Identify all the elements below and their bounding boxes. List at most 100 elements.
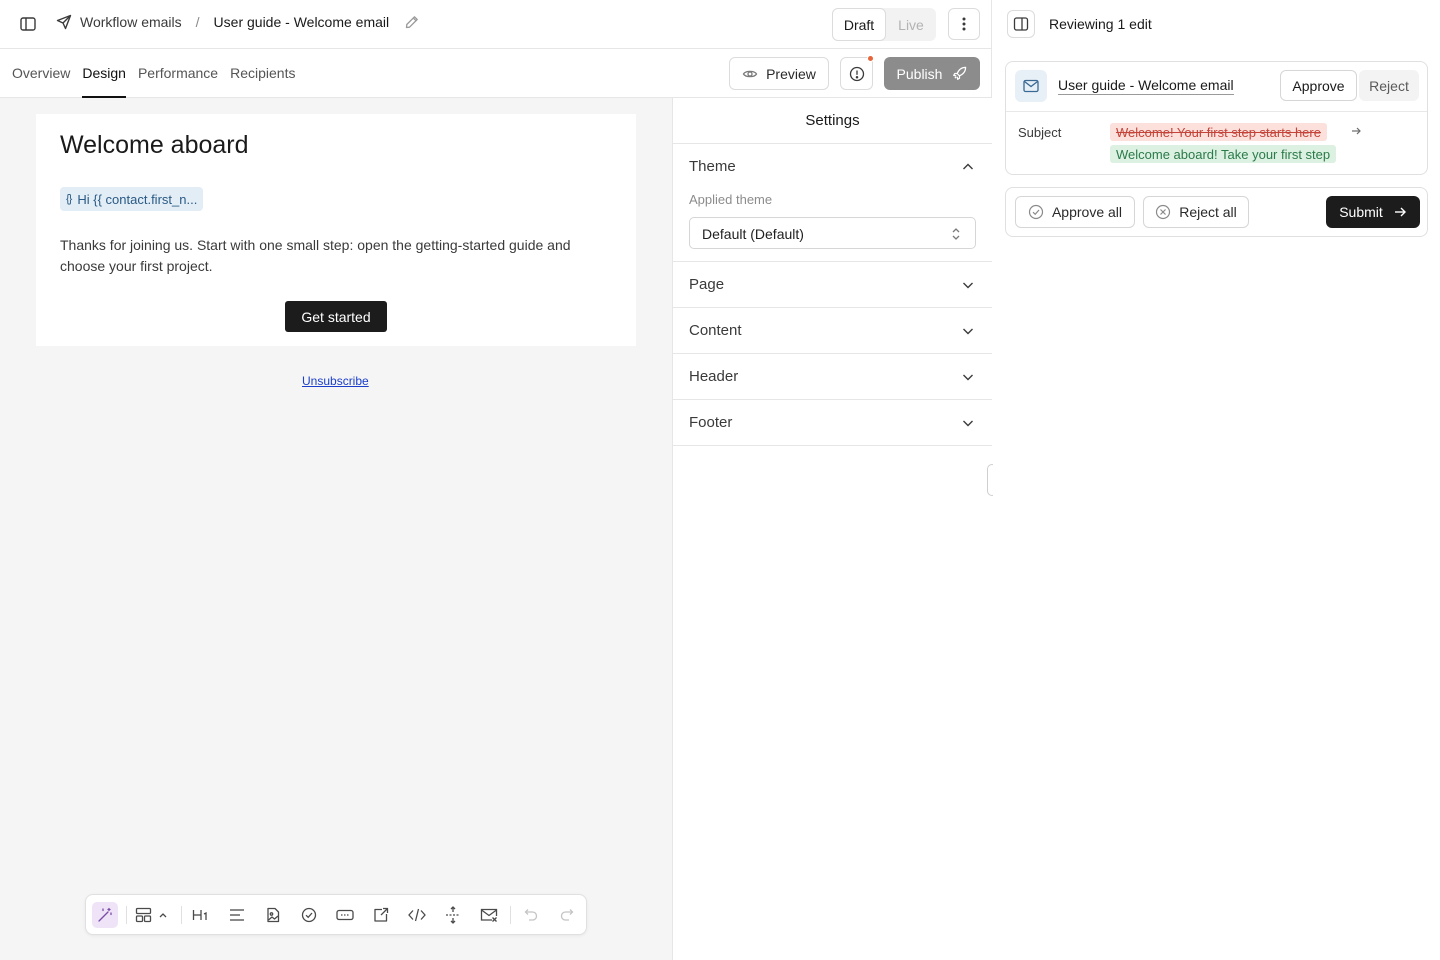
diff-added-value: Welcome aboard! Take your first step <box>1110 145 1337 163</box>
check-circle-icon <box>1028 204 1044 220</box>
submit-button[interactable]: Submit <box>1326 196 1420 228</box>
reject-all-button[interactable]: Reject all <box>1143 196 1249 228</box>
more-vertical-icon <box>962 16 966 32</box>
variable-chip-label: Hi {{ contact.first_n... <box>77 191 198 207</box>
toolbar-divider <box>126 906 127 924</box>
sidebar-toggle-icon[interactable] <box>16 12 40 36</box>
approve-all-label: Approve all <box>1051 204 1123 220</box>
footer-section[interactable]: Footer <box>673 400 992 446</box>
top-bar: Workflow emails / User guide - Welcome e… <box>0 0 992 49</box>
tab-design[interactable]: Design <box>82 49 126 98</box>
notification-dot <box>867 55 874 62</box>
email-body-text[interactable]: Thanks for joining us. Start with one sm… <box>60 235 600 277</box>
reject-all-label: Reject all <box>1179 204 1237 220</box>
theme-section-header[interactable]: Theme <box>689 158 736 175</box>
breadcrumb-parent-label: Workflow emails <box>80 14 182 30</box>
send-icon <box>56 14 72 30</box>
spacer-icon[interactable] <box>440 902 466 928</box>
heading-icon[interactable] <box>188 902 214 928</box>
variable-braces-icon: {} <box>66 193 72 205</box>
preview-button[interactable]: Preview <box>729 57 829 90</box>
issues-button[interactable] <box>840 55 874 90</box>
arrow-right-icon <box>1350 125 1362 137</box>
toolbar-divider <box>510 906 511 924</box>
toolbar-divider <box>181 906 182 924</box>
content-section[interactable]: Content <box>673 308 992 354</box>
review-actions-bar: Approve all Reject all Submit <box>1005 187 1428 237</box>
approve-button[interactable]: Approve <box>1280 70 1357 101</box>
header-section[interactable]: Header <box>673 354 992 400</box>
variable-chip[interactable]: {} Hi {{ contact.first_n... <box>60 187 204 211</box>
review-header: Reviewing 1 edit <box>993 0 1440 49</box>
mail-icon <box>1015 70 1047 102</box>
review-panel: Reviewing 1 edit User guide - Welcome em… <box>993 0 1440 960</box>
section-label: Page <box>689 276 725 293</box>
undo-icon[interactable] <box>518 902 544 928</box>
chevron-down-icon <box>960 323 976 339</box>
alert-circle-icon <box>849 66 865 82</box>
chevron-up-icon[interactable] <box>960 159 976 175</box>
panel-toggle-icon[interactable] <box>1007 10 1035 38</box>
publish-button[interactable]: Publish <box>884 57 980 90</box>
chevron-down-icon <box>960 415 976 431</box>
theme-select-value: Default (Default) <box>702 226 804 242</box>
settings-title: Settings <box>673 98 992 144</box>
live-option[interactable]: Live <box>886 8 936 41</box>
chevron-down-icon <box>960 277 976 293</box>
publish-label: Publish <box>896 65 943 82</box>
unsubscribe-link[interactable]: Unsubscribe <box>302 374 369 388</box>
arrow-right-icon <box>1393 205 1407 219</box>
tab-performance[interactable]: Performance <box>138 49 218 97</box>
rocket-icon <box>952 66 967 81</box>
button-block-icon[interactable] <box>332 902 358 928</box>
section-label: Content <box>689 322 742 339</box>
check-circle-icon[interactable] <box>296 902 322 928</box>
section-label: Footer <box>689 414 733 431</box>
settings-panel: Settings Theme Applied theme Default (De… <box>672 98 992 960</box>
reject-button[interactable]: Reject <box>1359 70 1419 101</box>
tab-recipients[interactable]: Recipients <box>230 49 295 97</box>
approve-all-button[interactable]: Approve all <box>1015 196 1135 228</box>
layout-blocks-icon[interactable] <box>132 902 172 928</box>
theme-section: Theme Applied theme Default (Default) <box>673 144 992 262</box>
app-root: Workflow emails / User guide - Welcome e… <box>0 0 1440 960</box>
breadcrumb-current: User guide - Welcome email <box>213 14 390 30</box>
tab-overview[interactable]: Overview <box>12 49 70 97</box>
code-icon[interactable] <box>404 902 430 928</box>
breadcrumb-parent-link[interactable]: Workflow emails <box>56 14 182 30</box>
applied-theme-label: Applied theme <box>689 192 773 207</box>
preview-label: Preview <box>766 65 816 82</box>
edit-card-header: User guide - Welcome email Approve Rejec… <box>1006 62 1427 112</box>
redo-icon[interactable] <box>554 902 580 928</box>
page-section[interactable]: Page <box>673 262 992 308</box>
x-circle-icon <box>1155 204 1171 220</box>
subject-field-label: Subject <box>1018 125 1062 140</box>
edited-email-link[interactable]: User guide - Welcome email <box>1058 77 1234 95</box>
section-label: Header <box>689 368 739 385</box>
block-toolbar <box>85 894 587 935</box>
image-file-icon[interactable] <box>260 902 286 928</box>
rename-pencil-icon[interactable] <box>405 15 419 29</box>
get-started-button[interactable]: Get started <box>285 301 387 332</box>
mail-off-icon[interactable] <box>476 902 502 928</box>
chevrons-up-down-icon <box>949 225 963 243</box>
chevron-down-icon <box>960 369 976 385</box>
edit-card: User guide - Welcome email Approve Rejec… <box>1005 61 1428 175</box>
submit-label: Submit <box>1339 204 1383 220</box>
more-options-button[interactable] <box>948 8 980 40</box>
share-box-icon[interactable] <box>368 902 394 928</box>
theme-select[interactable]: Default (Default) <box>689 217 976 249</box>
email-preview-card: Welcome aboard {} Hi {{ contact.first_n.… <box>36 114 636 346</box>
review-title: Reviewing 1 edit <box>1049 16 1152 32</box>
draft-option[interactable]: Draft <box>832 8 886 41</box>
text-align-icon[interactable] <box>224 902 250 928</box>
eye-icon <box>742 66 758 82</box>
breadcrumb: Workflow emails / User guide - Welcome e… <box>56 14 419 30</box>
tab-list: Overview Design Performance Recipients <box>12 49 295 98</box>
magic-wand-icon[interactable] <box>92 902 118 928</box>
main-region: Workflow emails / User guide - Welcome e… <box>0 0 992 960</box>
status-toggle: Draft Live <box>832 8 936 41</box>
email-heading[interactable]: Welcome aboard <box>60 131 249 160</box>
diff-removed-value: Welcome! Your first step starts here <box>1110 123 1327 141</box>
tabs-bar: Overview Design Performance Recipients P… <box>0 49 992 98</box>
